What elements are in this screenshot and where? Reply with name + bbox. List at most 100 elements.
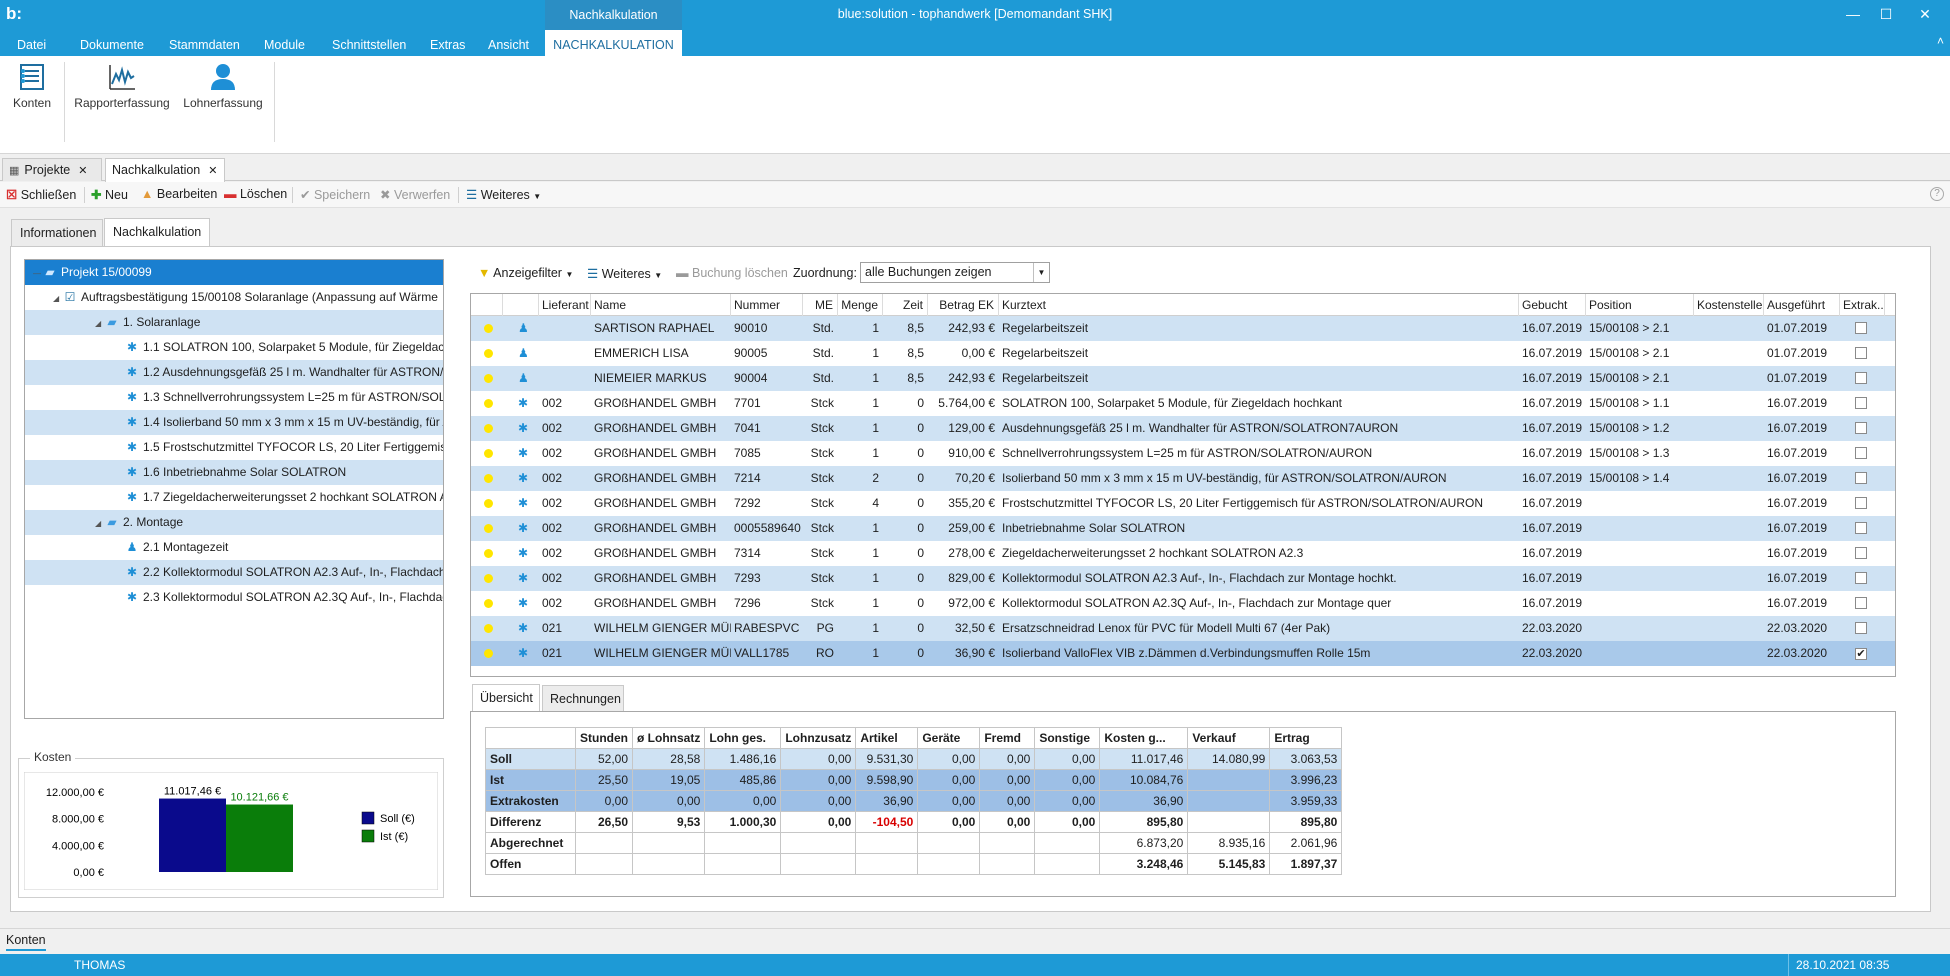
rapporterfassung-button[interactable]: Rapporterfassung <box>74 62 170 110</box>
column-header[interactable]: Kurztext <box>999 294 1519 316</box>
anzeigefilter-dropdown[interactable]: ▼ Anzeigefilter ▼ <box>478 266 573 280</box>
tab-rechnungen[interactable]: Rechnungen <box>542 685 624 711</box>
table-row[interactable]: ♟ EMMERICH LISA 90005 Std. 1 8,5 0,00 € Regelar… <box>471 341 1895 366</box>
table-row[interactable]: ✱ 021 WILHELM GIENGER MÜNCHENRABESPVC PG 1 0 3… <box>471 616 1895 641</box>
speichern-button[interactable]: ✔ Speichern <box>300 187 370 202</box>
extrakosten-checkbox[interactable] <box>1855 597 1867 609</box>
konten-button[interactable]: Konten <box>10 62 54 110</box>
table-row[interactable]: ✱ 002 GROßHANDEL GMBH 7296 Stck 1 0 972,00 € Kol… <box>471 591 1895 616</box>
loeschen-button[interactable]: ▬ Löschen <box>224 187 287 201</box>
bookings-grid[interactable]: Lieferant Name Nummer ME Menge Zeit Betrag EK K… <box>470 293 1896 677</box>
column-header[interactable]: Menge <box>838 294 883 316</box>
weiteres-dropdown[interactable]: ☰ Weiteres ▼ <box>466 187 541 202</box>
menu-stammdaten[interactable]: Stammdaten <box>169 30 240 56</box>
table-row[interactable]: ✱ 002 GROßHANDEL GMBH 7293 Stck 1 0 829,00 € Kol… <box>471 566 1895 591</box>
menu-dokumente[interactable]: Dokumente <box>80 30 144 56</box>
tree-item[interactable]: ◢ ☑ Auftragsbestätigung 15/00108 Solaranla… <box>25 285 443 310</box>
column-header[interactable]: Lieferant <box>539 294 591 316</box>
maximize-button[interactable]: ☐ <box>1868 3 1904 25</box>
column-header[interactable]: Gebucht <box>1519 294 1586 316</box>
tab-informationen[interactable]: Informationen <box>11 219 103 246</box>
minimize-button[interactable]: — <box>1835 3 1871 25</box>
extrakosten-checkbox[interactable] <box>1855 322 1867 334</box>
column-header[interactable]: Betrag EK <box>928 294 999 316</box>
close-window-button[interactable]: ✕ <box>1907 3 1943 25</box>
tree-item[interactable]: ✱ 1.1 SOLATRON 100, Solarpaket 5 Module, … <box>25 335 443 360</box>
extrakosten-checkbox[interactable] <box>1855 622 1867 634</box>
tree-item[interactable]: ✱ 1.3 Schnellverrohrungssystem L=25 m für… <box>25 385 443 410</box>
menu-datei[interactable]: Datei <box>17 30 46 56</box>
extrakosten-checkbox[interactable] <box>1855 572 1867 584</box>
weiteres-grid-dropdown[interactable]: ☰ Weiteres ▼ <box>587 266 662 281</box>
konten-dock-tab[interactable]: Konten <box>6 933 46 951</box>
lohnerfassung-button[interactable]: Lohnerfassung <box>182 62 264 110</box>
expand-icon[interactable]: ◢ <box>95 311 105 335</box>
close-icon[interactable]: ✕ <box>208 165 217 177</box>
tree-item[interactable]: ✱ 2.2 Kollektormodul SOLATRON A2.3 Auf-, … <box>25 560 443 585</box>
collapse-ribbon-icon[interactable]: ˄ <box>1937 34 1944 48</box>
table-row[interactable]: ✱ 002 GROßHANDEL GMBH 0005589640 Stck 1 0 259,0… <box>471 516 1895 541</box>
column-header[interactable]: Nummer <box>731 294 803 316</box>
extrakosten-checkbox[interactable] <box>1855 497 1867 509</box>
expand-icon[interactable]: ◢ <box>53 286 63 310</box>
table-row[interactable]: ✱ 002 GROßHANDEL GMBH 7292 Stck 4 0 355,20 € Fro… <box>471 491 1895 516</box>
buchung-loeschen-button[interactable]: ▬ Buchung löschen <box>676 266 788 280</box>
chevron-down-icon[interactable]: ▼ <box>1033 263 1049 282</box>
verwerfen-button[interactable]: ✖ Verwerfen <box>380 187 450 202</box>
bearbeiten-button[interactable]: ▲ Bearbeiten <box>141 187 217 201</box>
table-row[interactable]: ✱ 002 GROßHANDEL GMBH 7314 Stck 1 0 278,00 € Zie… <box>471 541 1895 566</box>
extrakosten-checkbox[interactable] <box>1855 447 1867 459</box>
column-header[interactable]: Kostenstelle <box>1694 294 1764 316</box>
extrakosten-checkbox[interactable] <box>1855 372 1867 384</box>
column-header[interactable]: Ausgeführt <box>1764 294 1840 316</box>
column-header[interactable]: Position <box>1586 294 1694 316</box>
extrakosten-checkbox[interactable] <box>1855 547 1867 559</box>
tab-nachkalkulation-inner[interactable]: Nachkalkulation <box>104 218 210 246</box>
table-row[interactable]: ♟ NIEMEIER MARKUS 90004 Std. 1 8,5 242,93 € Reg… <box>471 366 1895 391</box>
tree-item[interactable]: ✱ 1.5 Frostschutzmittel TYFOCOR LS, 20 Li… <box>25 435 443 460</box>
extrakosten-checkbox[interactable] <box>1855 347 1867 359</box>
help-icon[interactable]: ? <box>1930 187 1944 201</box>
menu-module[interactable]: Module <box>264 30 305 56</box>
extrakosten-checkbox[interactable] <box>1855 397 1867 409</box>
column-header[interactable]: Extrak... <box>1840 294 1885 316</box>
menu-nachkalkulation[interactable]: NACHKALKULATION <box>545 30 682 56</box>
tree-item[interactable]: ✱ 1.6 Inbetriebnahme Solar SOLATRON <box>25 460 443 485</box>
extrakosten-checkbox[interactable] <box>1855 522 1867 534</box>
tab-projekte[interactable]: ▦ Projekte ✕ <box>2 158 102 181</box>
table-row[interactable]: ✱ 002 GROßHANDEL GMBH 7041 Stck 1 0 129,00 € Aus… <box>471 416 1895 441</box>
tree-item[interactable]: ✱ 1.4 Isolierband 50 mm x 3 mm x 15 m UV-… <box>25 410 443 435</box>
tree-item[interactable]: ♟ 2.1 Montagezeit <box>25 535 443 560</box>
close-icon[interactable]: ✕ <box>78 165 87 177</box>
tree-item[interactable]: ✱ 2.3 Kollektormodul SOLATRON A2.3Q Auf-,… <box>25 585 443 610</box>
table-row[interactable]: ♟ SARTISON RAPHAEL 90010 Std. 1 8,5 242,93 € Re… <box>471 316 1895 341</box>
tree-item[interactable]: ◢ ▰ 2. Montage <box>25 510 443 535</box>
menu-ansicht[interactable]: Ansicht <box>488 30 529 56</box>
column-header[interactable]: ME <box>803 294 838 316</box>
column-header[interactable] <box>471 294 503 316</box>
tab-uebersicht[interactable]: Übersicht <box>472 684 540 711</box>
tree-item[interactable]: ✱ 1.7 Ziegeldacherweiterungsset 2 hochkan… <box>25 485 443 510</box>
table-row[interactable]: ✱ 021 WILHELM GIENGER MÜNCHENVALL1785 RO 1 0 3… <box>471 641 1895 666</box>
column-header[interactable]: Name <box>591 294 731 316</box>
tree-item[interactable]: ◢ ▰ 1. Solaranlage <box>25 310 443 335</box>
expand-icon[interactable]: — <box>33 261 43 285</box>
zuordnung-select[interactable]: alle Buchungen zeigen ▼ <box>860 262 1050 283</box>
menu-extras[interactable]: Extras <box>430 30 465 56</box>
tab-nachkalkulation[interactable]: Nachkalkulation ✕ <box>105 158 225 182</box>
extrakosten-checkbox[interactable]: ✔ <box>1855 648 1867 660</box>
column-header[interactable] <box>503 294 539 316</box>
neu-button[interactable]: ✚ Neu <box>91 187 128 202</box>
extrakosten-checkbox[interactable] <box>1855 422 1867 434</box>
tree-item[interactable]: — ▰ Projekt 15/00099 <box>25 260 443 285</box>
table-row[interactable]: ✱ 002 GROßHANDEL GMBH 7085 Stck 1 0 910,00 € Sch… <box>471 441 1895 466</box>
expand-icon[interactable]: ◢ <box>95 511 105 535</box>
tree-item[interactable]: ✱ 1.2 Ausdehnungsgefäß 25 l m. Wandhalter… <box>25 360 443 385</box>
column-header[interactable]: Zeit <box>883 294 928 316</box>
schliessen-button[interactable]: ☒ Schließen <box>6 187 76 202</box>
table-row[interactable]: ✱ 002 GROßHANDEL GMBH 7214 Stck 2 0 70,20 € Isol… <box>471 466 1895 491</box>
menu-schnittstellen[interactable]: Schnittstellen <box>332 30 406 56</box>
project-tree[interactable]: — ▰ Projekt 15/00099 ◢ ☑ Auftragsbestätigung … <box>24 259 444 719</box>
extrakosten-checkbox[interactable] <box>1855 472 1867 484</box>
table-row[interactable]: ✱ 002 GROßHANDEL GMBH 7701 Stck 1 0 5.764,00 € S… <box>471 391 1895 416</box>
